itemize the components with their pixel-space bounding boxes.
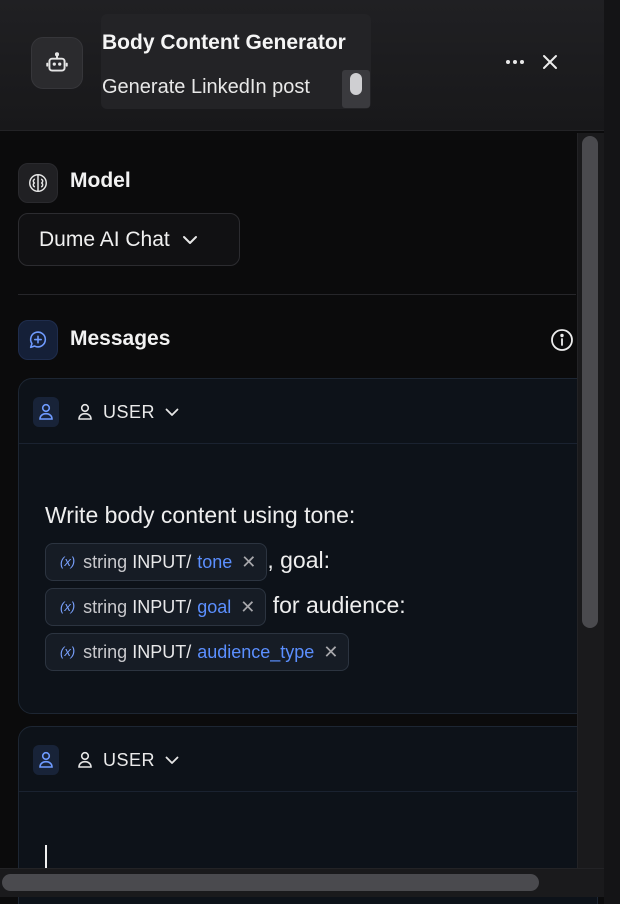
- variable-chip[interactable]: (x) string INPUT/tone ✕: [45, 542, 268, 581]
- text-cursor-icon: [342, 70, 370, 108]
- model-selected-value: Dume AI Chat: [39, 227, 170, 251]
- brain-icon: [18, 163, 58, 203]
- chevron-down-icon: [182, 235, 198, 245]
- remove-variable-icon[interactable]: ✕: [323, 633, 338, 671]
- remove-variable-icon[interactable]: ✕: [241, 543, 256, 581]
- variable-icon: (x): [60, 643, 76, 659]
- user-icon: [78, 403, 92, 420]
- message-editor[interactable]: Write body content using tone: (x) string…: [45, 493, 555, 673]
- chevron-down-icon: [165, 756, 179, 765]
- role-dropdown[interactable]: USER: [77, 745, 179, 775]
- variable-chip[interactable]: (x) string INPUT/audience_type ✕: [45, 632, 350, 671]
- variable-chip[interactable]: (x) string INPUT/goal ✕: [45, 587, 267, 626]
- node-title[interactable]: Body Content Generator: [102, 31, 346, 55]
- messages-section-title: Messages: [70, 327, 171, 350]
- remove-variable-icon[interactable]: ✕: [240, 588, 255, 626]
- model-section-title: Model: [70, 169, 131, 192]
- more-icon[interactable]: [502, 48, 528, 76]
- model-dropdown[interactable]: Dume AI Chat: [18, 213, 240, 266]
- message-editor[interactable]: [45, 845, 47, 869]
- message-text: for audience:: [266, 592, 406, 618]
- info-icon[interactable]: [549, 327, 575, 353]
- section-divider: [18, 294, 576, 295]
- horizontal-scroll-thumb[interactable]: [2, 874, 539, 891]
- message-card-header: USER: [19, 379, 597, 444]
- panel-header: Body Content Generator Generate LinkedIn…: [0, 0, 604, 131]
- user-icon: [78, 751, 92, 768]
- message-text: Write body content using tone:: [45, 502, 356, 528]
- bot-icon: [31, 37, 83, 89]
- background-canvas: [604, 0, 620, 904]
- user-avatar-icon: [33, 397, 59, 427]
- close-icon[interactable]: [537, 48, 563, 76]
- role-dropdown[interactable]: USER: [77, 397, 179, 427]
- user-avatar-icon: [33, 745, 59, 775]
- message-text: , goal:: [267, 547, 330, 573]
- message-card-header: USER: [19, 727, 597, 792]
- variable-icon: (x): [60, 553, 76, 569]
- vertical-scroll-thumb[interactable]: [582, 136, 598, 628]
- variable-icon: (x): [60, 598, 76, 614]
- prompt-node-panel: Body Content Generator Generate LinkedIn…: [0, 0, 605, 904]
- role-label: USER: [103, 749, 156, 770]
- chevron-down-icon: [165, 408, 179, 417]
- node-subtitle[interactable]: Generate LinkedIn post: [102, 76, 310, 99]
- role-label: USER: [103, 401, 156, 422]
- message-card: USER Write body content using tone: (x) s…: [18, 378, 598, 714]
- message-plus-icon: [18, 320, 58, 360]
